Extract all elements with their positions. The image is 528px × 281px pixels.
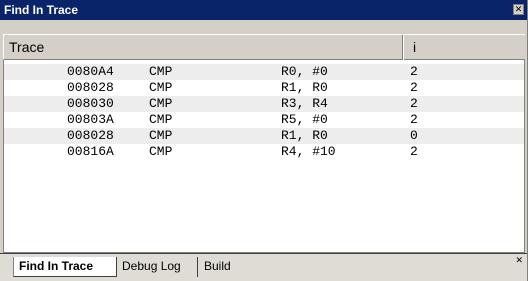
find-in-trace-window: Find In Trace ✕ Trace i 0080A4 CMP R0, #… — [0, 0, 528, 281]
window-title: Find In Trace — [4, 3, 79, 17]
cell-operands: R5, #0 — [281, 112, 328, 127]
cell-i: 2 — [410, 80, 418, 95]
cell-operands: R1, R0 — [281, 128, 328, 143]
cell-i: 0 — [410, 128, 418, 143]
table-row[interactable]: 00816A CMP R4, #10 2 — [4, 144, 524, 160]
close-icon[interactable]: ✕ — [515, 256, 523, 266]
table-row[interactable]: 008030 CMP R3, R4 2 — [4, 96, 524, 112]
cell-address: 008028 — [67, 128, 114, 143]
cell-operands: R1, R0 — [281, 80, 328, 95]
tab-bar: Find In Trace Debug Log Build ✕ — [0, 253, 527, 281]
table-row[interactable]: 00803A CMP R5, #0 2 — [4, 112, 524, 128]
tab-build[interactable]: Build — [200, 257, 252, 277]
column-header: Trace i — [3, 34, 525, 60]
cell-opcode: CMP — [149, 112, 173, 127]
trace-rows: 0080A4 CMP R0, #0 2 008028 CMP R1, R0 2 … — [4, 61, 524, 253]
cell-opcode: CMP — [149, 64, 173, 79]
cell-opcode: CMP — [149, 80, 173, 95]
cell-address: 00816A — [67, 144, 114, 159]
cell-operands: R0, #0 — [281, 64, 328, 79]
close-icon[interactable]: ✕ — [513, 4, 524, 15]
cell-i: 2 — [410, 144, 418, 159]
cell-address: 008028 — [67, 80, 114, 95]
tab-find-in-trace[interactable]: Find In Trace — [13, 257, 117, 277]
cell-opcode: CMP — [149, 144, 173, 159]
title-bar[interactable]: Find In Trace ✕ — [0, 0, 527, 20]
cell-operands: R4, #10 — [281, 144, 336, 159]
cell-opcode: CMP — [149, 128, 173, 143]
cell-address: 00803A — [67, 112, 114, 127]
tab-debug-log[interactable]: Debug Log — [118, 257, 198, 277]
cell-address: 0080A4 — [67, 64, 114, 79]
table-row[interactable]: 008028 CMP R1, R0 2 — [4, 80, 524, 96]
cell-i: 2 — [410, 64, 418, 79]
cell-address: 008030 — [67, 96, 114, 111]
table-row[interactable]: 0080A4 CMP R0, #0 2 — [4, 64, 524, 80]
cell-operands: R3, R4 — [281, 96, 328, 111]
column-header-i[interactable]: i — [405, 35, 525, 60]
table-row[interactable]: 008028 CMP R1, R0 0 — [4, 128, 524, 144]
cell-i: 2 — [410, 112, 418, 127]
cell-opcode: CMP — [149, 96, 173, 111]
column-header-trace[interactable]: Trace — [4, 35, 403, 60]
cell-i: 2 — [410, 96, 418, 111]
